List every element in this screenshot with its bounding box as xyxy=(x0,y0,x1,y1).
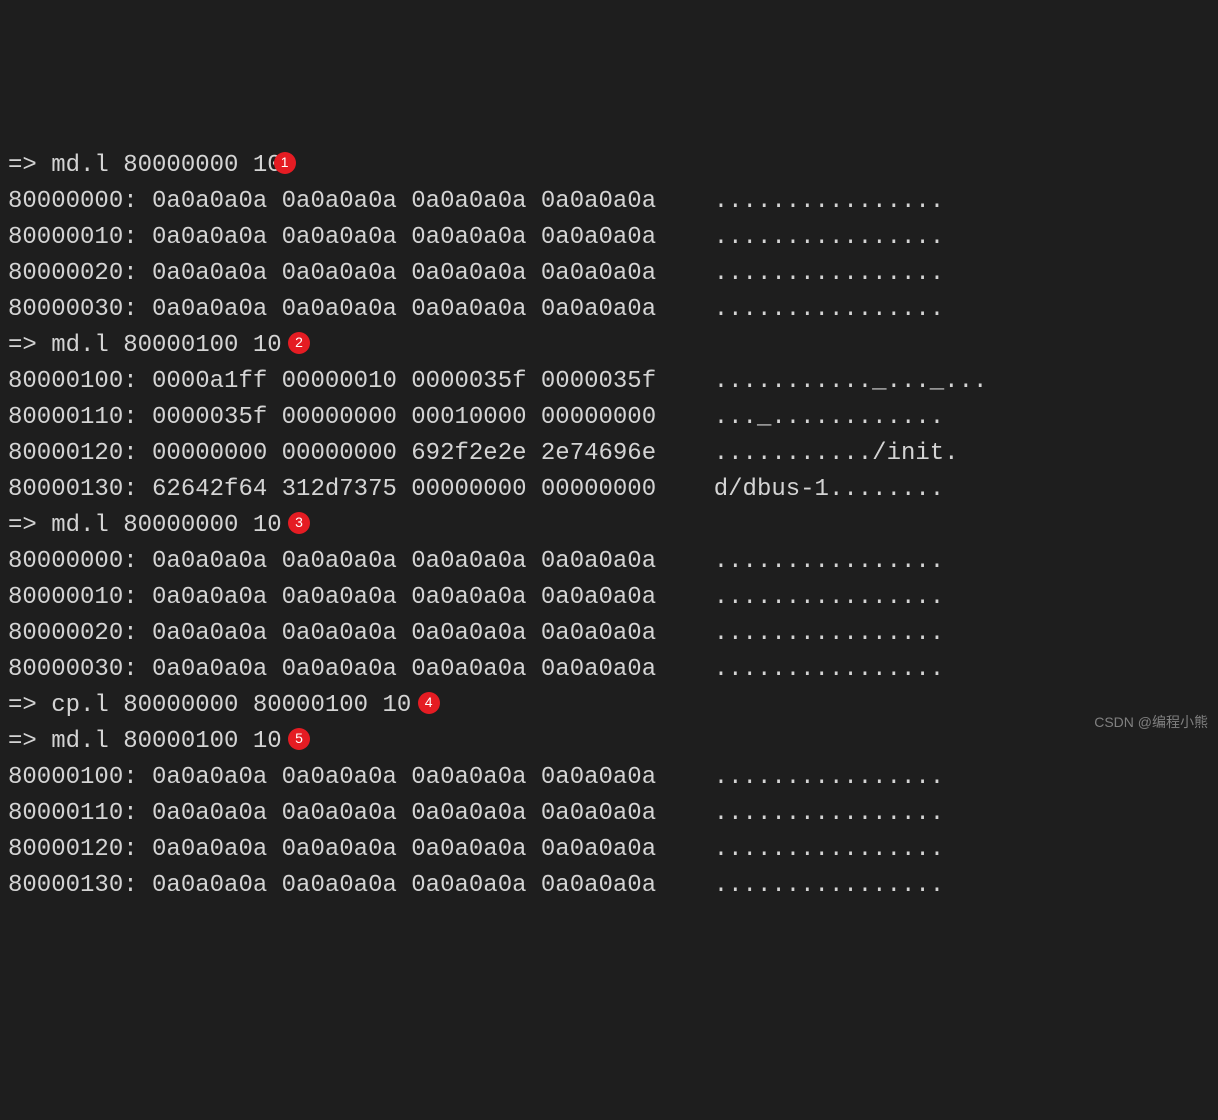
hexdump-line: 80000020: 0a0a0a0a 0a0a0a0a 0a0a0a0a 0a0… xyxy=(8,616,1210,652)
hex-values: 0a0a0a0a 0a0a0a0a 0a0a0a0a 0a0a0a0a xyxy=(152,260,656,287)
command-text: => md.l 80000000 10 xyxy=(8,512,296,539)
hexdump-line: 80000110: 0000035f 00000000 00010000 000… xyxy=(8,400,1210,436)
hex-values: 0a0a0a0a 0a0a0a0a 0a0a0a0a 0a0a0a0a xyxy=(152,224,656,251)
command-prompt-line: => md.l 80000000 10 3 xyxy=(8,508,1210,544)
hexdump-line: 80000110: 0a0a0a0a 0a0a0a0a 0a0a0a0a 0a0… xyxy=(8,796,1210,832)
hex-address: 80000110: xyxy=(8,800,138,827)
command-text: => md.l 80000100 10 xyxy=(8,728,296,755)
hex-address: 80000030: xyxy=(8,296,138,323)
hexdump-line: 80000120: 0a0a0a0a 0a0a0a0a 0a0a0a0a 0a0… xyxy=(8,832,1210,868)
hexdump-line: 80000010: 0a0a0a0a 0a0a0a0a 0a0a0a0a 0a0… xyxy=(8,580,1210,616)
hex-address: 80000110: xyxy=(8,404,138,431)
hex-ascii: ................ xyxy=(714,764,944,791)
annotation-badge: 3 xyxy=(288,512,310,534)
hex-address: 80000100: xyxy=(8,368,138,395)
hex-values: 0a0a0a0a 0a0a0a0a 0a0a0a0a 0a0a0a0a xyxy=(152,296,656,323)
hexdump-line: 80000010: 0a0a0a0a 0a0a0a0a 0a0a0a0a 0a0… xyxy=(8,220,1210,256)
hex-values: 0a0a0a0a 0a0a0a0a 0a0a0a0a 0a0a0a0a xyxy=(152,188,656,215)
hex-ascii: ..........._..._... xyxy=(714,368,988,395)
hexdump-line: 80000030: 0a0a0a0a 0a0a0a0a 0a0a0a0a 0a0… xyxy=(8,292,1210,328)
hexdump-line: 80000000: 0a0a0a0a 0a0a0a0a 0a0a0a0a 0a0… xyxy=(8,544,1210,580)
hex-values: 0a0a0a0a 0a0a0a0a 0a0a0a0a 0a0a0a0a xyxy=(152,620,656,647)
command-prompt-line: => md.l 80000000 101 xyxy=(8,148,1210,184)
hex-address: 80000000: xyxy=(8,548,138,575)
hex-address: 80000000: xyxy=(8,188,138,215)
hex-ascii: ..._............ xyxy=(714,404,944,431)
hex-address: 80000100: xyxy=(8,764,138,791)
command-text: => cp.l 80000000 80000100 10 xyxy=(8,692,426,719)
hex-ascii: ................ xyxy=(714,548,944,575)
hex-address: 80000130: xyxy=(8,476,138,503)
hex-ascii: ................ xyxy=(714,872,944,899)
hexdump-line: 80000130: 0a0a0a0a 0a0a0a0a 0a0a0a0a 0a0… xyxy=(8,868,1210,904)
hexdump-line: 80000100: 0a0a0a0a 0a0a0a0a 0a0a0a0a 0a0… xyxy=(8,760,1210,796)
hex-ascii: .........../init. xyxy=(714,440,959,467)
hex-values: 0a0a0a0a 0a0a0a0a 0a0a0a0a 0a0a0a0a xyxy=(152,872,656,899)
terminal-output: => md.l 80000000 10180000000: 0a0a0a0a 0… xyxy=(8,148,1210,904)
command-prompt-line: => cp.l 80000000 80000100 10 4 xyxy=(8,688,1210,724)
hex-values: 0a0a0a0a 0a0a0a0a 0a0a0a0a 0a0a0a0a xyxy=(152,584,656,611)
hexdump-line: 80000030: 0a0a0a0a 0a0a0a0a 0a0a0a0a 0a0… xyxy=(8,652,1210,688)
hex-address: 80000010: xyxy=(8,584,138,611)
hex-address: 80000120: xyxy=(8,440,138,467)
hexdump-line: 80000130: 62642f64 312d7375 00000000 000… xyxy=(8,472,1210,508)
hex-values: 0a0a0a0a 0a0a0a0a 0a0a0a0a 0a0a0a0a xyxy=(152,836,656,863)
hex-ascii: ................ xyxy=(714,260,944,287)
hex-values: 0a0a0a0a 0a0a0a0a 0a0a0a0a 0a0a0a0a xyxy=(152,548,656,575)
hex-address: 80000020: xyxy=(8,620,138,647)
hexdump-line: 80000120: 00000000 00000000 692f2e2e 2e7… xyxy=(8,436,1210,472)
hex-ascii: ................ xyxy=(714,620,944,647)
hex-ascii: ................ xyxy=(714,800,944,827)
hexdump-line: 80000100: 0000a1ff 00000010 0000035f 000… xyxy=(8,364,1210,400)
hex-address: 80000010: xyxy=(8,224,138,251)
hex-ascii: d/dbus-1........ xyxy=(714,476,944,503)
hex-values: 62642f64 312d7375 00000000 00000000 xyxy=(152,476,656,503)
hexdump-line: 80000020: 0a0a0a0a 0a0a0a0a 0a0a0a0a 0a0… xyxy=(8,256,1210,292)
command-text: => md.l 80000100 10 xyxy=(8,332,296,359)
command-text: => md.l 80000000 10 xyxy=(8,152,282,179)
hex-ascii: ................ xyxy=(714,224,944,251)
command-prompt-line: => md.l 80000100 10 2 xyxy=(8,328,1210,364)
hex-ascii: ................ xyxy=(714,656,944,683)
command-prompt-line: => md.l 80000100 10 5 xyxy=(8,724,1210,760)
hex-address: 80000120: xyxy=(8,836,138,863)
hex-values: 0a0a0a0a 0a0a0a0a 0a0a0a0a 0a0a0a0a xyxy=(152,764,656,791)
annotation-badge: 4 xyxy=(418,692,440,714)
hex-ascii: ................ xyxy=(714,836,944,863)
annotation-badge: 2 xyxy=(288,332,310,354)
hex-values: 0000035f 00000000 00010000 00000000 xyxy=(152,404,656,431)
hex-ascii: ................ xyxy=(714,188,944,215)
annotation-badge: 1 xyxy=(274,152,296,174)
hex-values: 0000a1ff 00000010 0000035f 0000035f xyxy=(152,368,656,395)
hex-ascii: ................ xyxy=(714,584,944,611)
hex-ascii: ................ xyxy=(714,296,944,323)
hex-address: 80000020: xyxy=(8,260,138,287)
hex-values: 0a0a0a0a 0a0a0a0a 0a0a0a0a 0a0a0a0a xyxy=(152,800,656,827)
hex-values: 00000000 00000000 692f2e2e 2e74696e xyxy=(152,440,656,467)
hex-address: 80000030: xyxy=(8,656,138,683)
hex-address: 80000130: xyxy=(8,872,138,899)
hex-values: 0a0a0a0a 0a0a0a0a 0a0a0a0a 0a0a0a0a xyxy=(152,656,656,683)
watermark: CSDN @编程小熊 xyxy=(1094,712,1208,733)
hexdump-line: 80000000: 0a0a0a0a 0a0a0a0a 0a0a0a0a 0a0… xyxy=(8,184,1210,220)
